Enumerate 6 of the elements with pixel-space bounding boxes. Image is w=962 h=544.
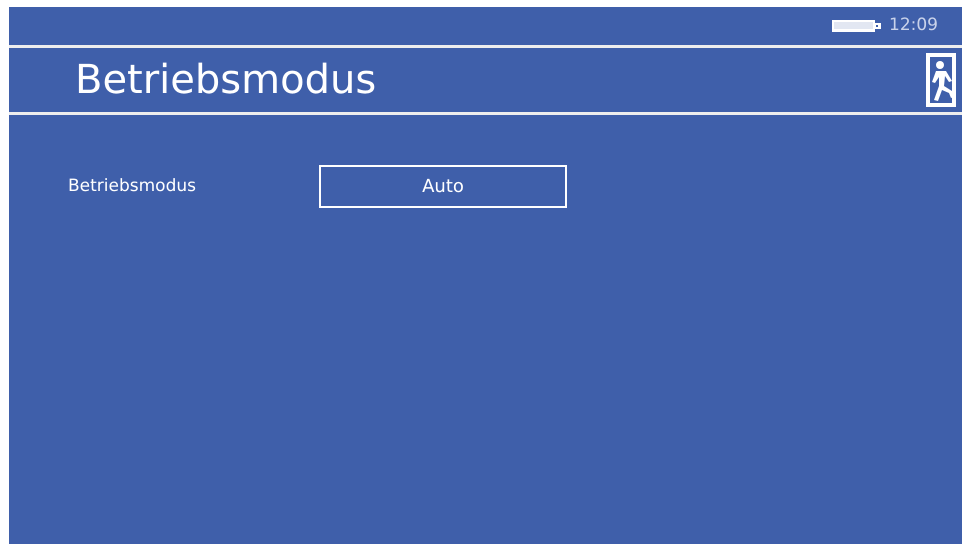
- exit-icon[interactable]: [926, 53, 956, 107]
- setting-label: Betriebsmodus: [68, 174, 197, 198]
- clock-time: 12:09: [889, 14, 938, 38]
- page-title: Betriebsmodus: [75, 60, 376, 100]
- battery-icon: [831, 18, 883, 34]
- mode-selector[interactable]: Auto: [319, 165, 567, 208]
